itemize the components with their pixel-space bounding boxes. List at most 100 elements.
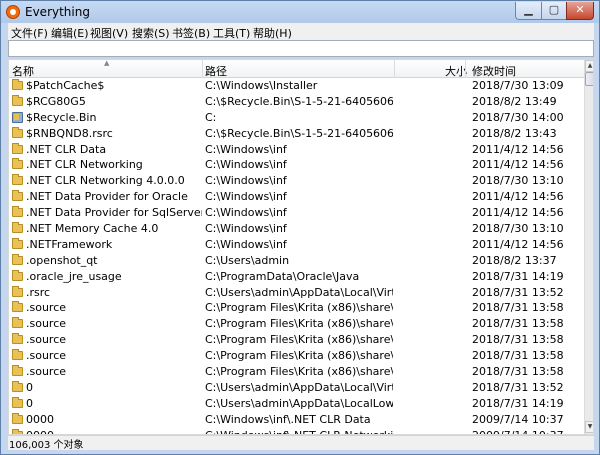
app-window: Everything ▁ ▢ ✕ 文件(F) 编辑(E) 视图(V) 搜索(S)… [0,0,600,455]
modified-cell: 2018/7/31 13:58 [472,333,564,347]
path-cell: C:\Windows\inf\.NET CLR Networking [205,429,393,434]
table-row[interactable]: .rsrc C:\Users\admin\AppData\Local\Virtua… [9,285,584,301]
folder-icon [12,94,23,106]
file-name-cell: .oracle_jre_usage [26,269,122,283]
modified-cell: 2018/7/30 14:00 [472,110,564,124]
folder-icon [12,253,23,265]
table-row[interactable]: .NET CLR Data C:\Windows\inf 2011/4/12 14:… [9,142,584,158]
column-size-header[interactable]: 大小 [445,63,467,79]
sort-ascending-icon: ▲ [104,59,110,67]
table-row[interactable]: 0 C:\Users\admin\AppData\Local\VirtualSt.… [9,380,584,396]
scrollbar-thumb[interactable] [585,72,593,86]
folder-icon [12,333,23,345]
path-cell: C:\Program Files\Krita (x86)\share\krita… [205,365,393,379]
table-row[interactable]: .NET CLR Networking C:\Windows\inf 2011/4/… [9,157,584,173]
file-name-cell: .NET Data Provider for SqlServer [26,206,202,220]
modified-cell: 2018/7/31 14:19 [472,269,564,283]
table-row[interactable]: .NET Data Provider for Oracle C:\Windows\… [9,189,584,205]
modified-cell: 2018/7/31 14:19 [472,396,564,410]
menu-file[interactable]: 文件(F) [11,25,48,41]
path-cell: C:\Windows\Installer [205,79,318,92]
modified-cell: 2018/8/2 13:49 [472,94,557,108]
modified-cell: 2018/7/30 13:10 [472,222,564,236]
table-row[interactable]: .source C:\Program Files\Krita (x86)\shar… [9,364,584,380]
menu-help[interactable]: 帮助(H) [253,25,292,41]
folder-icon [12,285,23,297]
modified-cell: 2018/7/30 13:09 [472,79,564,92]
table-row[interactable]: .source C:\Program Files\Krita (x86)\shar… [9,332,584,348]
folder-icon [12,126,23,138]
menu-view[interactable]: 视图(V) [90,25,128,41]
column-path-header[interactable]: 路径 [205,63,227,79]
folder-icon [12,269,23,281]
search-input[interactable] [8,40,594,57]
title-bar[interactable]: Everything ▁ ▢ ✕ [1,1,599,23]
table-row[interactable]: .NETFramework C:\Windows\inf 2011/4/12 14:… [9,237,584,253]
table-row[interactable]: $RNBQND8.rsrc C:\$Recycle.Bin\S-1-5-21-64… [9,126,584,142]
file-name-cell: .NET CLR Networking [26,158,143,172]
table-row[interactable]: .source C:\Program Files\Krita (x86)\shar… [9,348,584,364]
modified-cell: 2018/7/31 13:52 [472,285,564,299]
menu-edit[interactable]: 编辑(E) [51,25,89,41]
table-row[interactable]: 0000 C:\Windows\inf\.NET CLR Data 2009/7/1… [9,412,584,428]
folder-icon [12,79,23,90]
column-name-header[interactable]: 名称 [12,63,34,79]
table-row[interactable]: $PatchCache$ C:\Windows\Installer 2018/7/3… [9,78,584,94]
scroll-down-icon[interactable]: ▼ [585,421,593,433]
modified-cell: 2011/4/12 14:56 [472,142,564,156]
vertical-scrollbar[interactable]: ▲ ▼ [584,60,593,434]
table-row[interactable]: .NET CLR Networking 4.0.0.0 C:\Windows\in… [9,173,584,189]
path-cell: C:\Program Files\Krita (x86)\share\krita… [205,301,393,315]
folder-icon [12,396,23,408]
close-button[interactable]: ✕ [566,2,594,20]
path-cell: C:\Windows\inf [205,158,287,172]
file-name-cell: .source [26,333,67,347]
table-row[interactable]: .NET Memory Cache 4.0 C:\Windows\inf 2018/… [9,221,584,237]
table-row[interactable]: .NET Data Provider for SqlServer C:\Windo… [9,205,584,221]
path-cell: C:\Users\admin\AppData\Local\VirtualSt..… [205,285,393,299]
table-row[interactable]: 0 C:\Users\admin\AppData\LocalLow\Sun\...… [9,396,584,412]
path-cell: C:\Windows\inf [205,222,287,236]
folder-icon [12,365,23,377]
path-cell: C:\Program Files\Krita (x86)\share\krita… [205,317,393,331]
status-bar: 106,003 个对象 [8,436,594,451]
modified-cell: 2009/7/14 10:37 [472,429,582,434]
file-name-cell: $PatchCache$ [26,79,105,92]
column-divider[interactable] [394,60,395,78]
menu-tools[interactable]: 工具(T) [213,25,250,41]
file-name-cell: $Recycle.Bin [26,110,97,124]
file-name-cell: .rsrc [26,285,51,299]
folder-icon [12,412,23,424]
scroll-up-icon[interactable]: ▲ [585,60,593,72]
path-cell: C:\$Recycle.Bin\S-1-5-21-640560603-368..… [205,126,393,140]
folder-icon [12,142,23,154]
minimize-button[interactable]: ▁ [515,2,542,20]
path-cell: C:\Users\admin [205,253,290,267]
menu-bookmarks[interactable]: 书签(B) [172,25,210,41]
modified-cell: 2011/4/12 14:56 [472,190,564,204]
modified-cell: 2018/7/31 13:58 [472,317,564,331]
window-title: Everything [25,5,90,19]
modified-cell: 2018/8/2 13:37 [472,253,557,267]
modified-cell: 2018/7/31 13:58 [472,301,564,315]
table-row[interactable]: $RCG80G5 C:\$Recycle.Bin\S-1-5-21-6405606… [9,94,584,110]
path-cell: C:\Windows\inf [205,174,287,188]
column-modified-header[interactable]: 修改时间 [472,63,516,79]
path-cell: C:\Windows\inf [205,206,287,220]
table-row[interactable]: .openshot_qt C:\Users\admin 2018/8/2 13:37 [9,253,584,269]
file-name-cell: 0 [26,396,33,410]
table-row[interactable]: .source C:\Program Files\Krita (x86)\shar… [9,300,584,316]
maximize-button[interactable]: ▢ [541,2,567,20]
table-row[interactable]: 0000C:\Windows\inf\.NET CLR Networking 20… [9,428,584,434]
path-cell: C:\Users\admin\AppData\LocalLow\Sun\... [205,396,393,410]
table-row[interactable]: .oracle_jre_usage C:\ProgramData\Oracle\J… [9,269,584,285]
column-divider[interactable] [202,60,203,78]
file-name-cell: .source [26,365,67,379]
folder-icon [12,158,23,170]
table-row[interactable]: $Recycle.Bin C: 2018/7/30 14:00 [9,110,584,126]
path-cell: C:\Windows\inf [205,237,287,251]
table-row[interactable]: .source C:\Program Files\Krita (x86)\shar… [9,316,584,332]
menu-search[interactable]: 搜索(S) [132,25,170,41]
column-divider[interactable] [465,60,466,78]
modified-cell: 2011/4/12 14:56 [472,206,564,220]
